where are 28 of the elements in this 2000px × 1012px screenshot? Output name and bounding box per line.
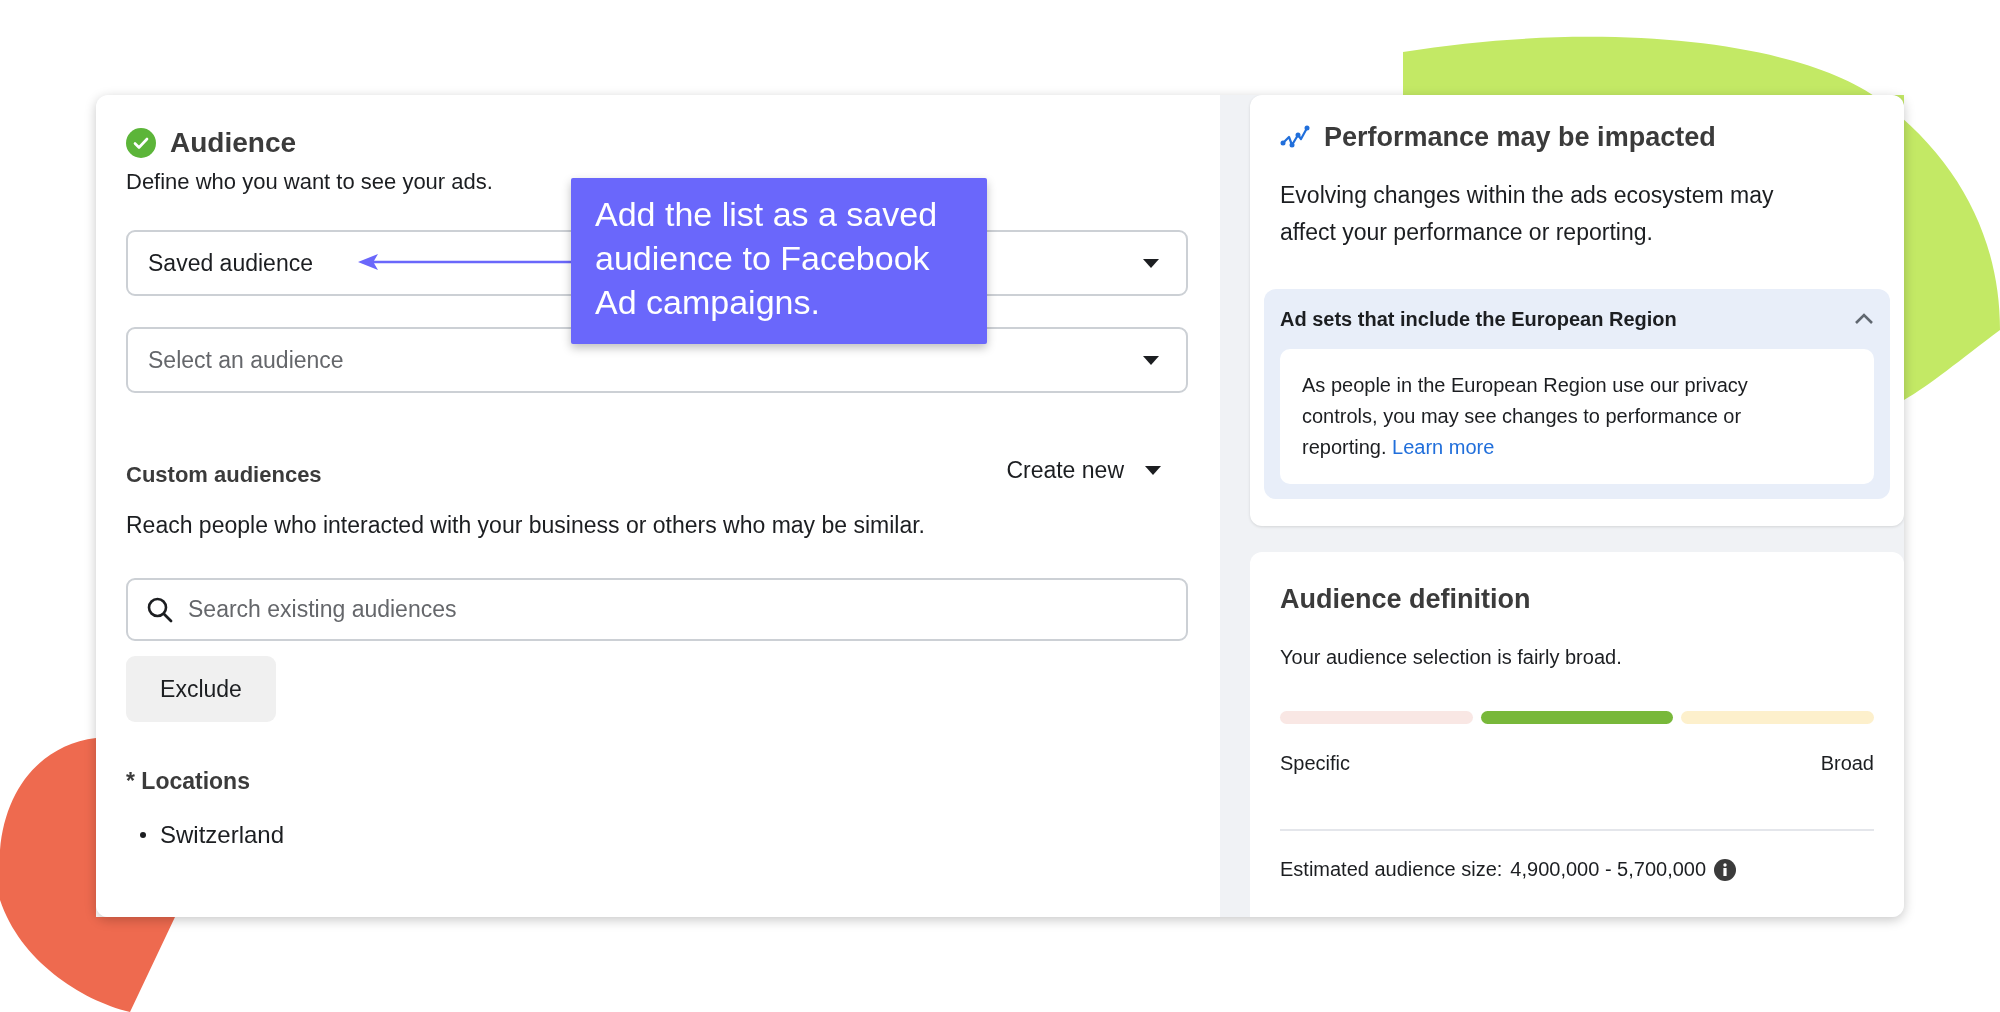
caret-icon	[1144, 465, 1162, 476]
accordion-text: As people in the European Region use our privacy controls, you may see changes to performance or reporting. Learn more	[1302, 373, 1749, 460]
meter-label: Broad	[1820, 752, 1874, 775]
exclude-button[interactable]: Exclude	[126, 656, 276, 722]
subsection-title: Custom audiences	[126, 462, 322, 488]
meter-label: Specific	[1280, 752, 1351, 775]
card-description: Evolving changes within the ads ecosystem may affect your performance or reporting.	[1280, 181, 1775, 247]
audience-summary: Your audience selection is fairly broad.	[1280, 646, 1623, 669]
section-title: Audience	[170, 127, 297, 159]
estimate-value: 4,900,000 - 5,700,000	[1510, 858, 1707, 881]
create-new-dropdown[interactable]: Create new	[1006, 457, 1188, 488]
callout: Add the list as a saved audience to Facebook Ad campaigns.	[571, 178, 987, 344]
accordion-title[interactable]: Ad sets that include the European Region	[1280, 307, 1677, 331]
location-item: Switzerland	[160, 821, 285, 849]
trend-line-icon	[1280, 124, 1310, 150]
chevron-icon[interactable]	[1854, 313, 1874, 325]
card-title: Audience definition	[1280, 583, 1532, 616]
card-title: Performance may be impacted	[1324, 121, 1716, 153]
search-icon	[146, 595, 174, 624]
bullet-icon	[140, 832, 146, 838]
estimate-label: Estimated audience size:	[1280, 858, 1503, 881]
caret-icon	[1142, 354, 1160, 366]
subsection-description: Reach people who interacted with your business or others who may be similar.	[126, 511, 926, 540]
info-icon	[1714, 858, 1737, 881]
locations-title: * Locations	[126, 768, 251, 795]
learn-more-link[interactable]: Learn more	[1392, 436, 1495, 458]
section-description: Define who you want to see your ads.	[126, 168, 494, 196]
caret-icon	[1142, 257, 1160, 269]
